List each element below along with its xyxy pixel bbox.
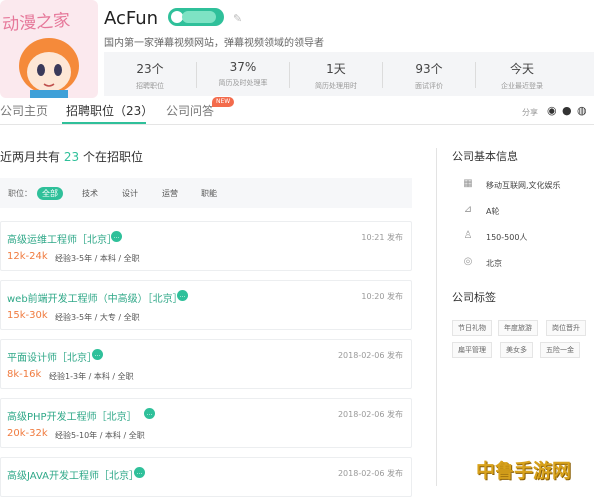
- stat-resume-time: 1天 简历处理用时: [315, 62, 357, 90]
- share-label: 分享: [522, 108, 538, 117]
- filter-label: 职位：: [8, 189, 32, 198]
- job-salary: 12k-24k: [7, 251, 48, 262]
- column-divider: [436, 148, 437, 486]
- job-card[interactable]: 高级JAVA开发工程师［北京］ … 2018-02-06 发布: [0, 457, 412, 497]
- job-card[interactable]: 高级PHP开发工程师［北京］ … 2018-02-06 发布 20k-32k 经…: [0, 398, 412, 448]
- company-tag: 年度旅游: [498, 320, 538, 336]
- company-tag: 五险一金: [540, 342, 580, 358]
- stat-jobs: 23个 招聘职位: [136, 62, 164, 90]
- job-title[interactable]: 高级JAVA开发工程师［北京］: [7, 467, 139, 482]
- job-requirements: 经验3-5年 / 本科 / 全职: [55, 254, 140, 263]
- company-location: 北京: [486, 259, 502, 268]
- job-salary: 8k-16k: [7, 369, 42, 380]
- company-tag: 节日礼物: [452, 320, 492, 336]
- chat-icon[interactable]: …: [92, 349, 103, 360]
- chat-icon[interactable]: …: [134, 467, 145, 478]
- people-icon: ♙: [463, 230, 473, 241]
- company-slogan: 国内第一家弹幕视频网站，弹幕视频领域的领导者: [104, 38, 324, 49]
- stat-last-login: 今天 企业最近登录: [501, 62, 543, 90]
- job-requirements: 经验3-5年 / 大专 / 全职: [55, 313, 140, 322]
- company-size: 150-500人: [486, 233, 528, 242]
- job-salary: 20k-32k: [7, 428, 48, 439]
- company-tags-title: 公司标签: [452, 291, 496, 304]
- stat-interview-reviews: 93个 面试评价: [415, 62, 443, 90]
- job-card[interactable]: 平面设计师［北京］ … 2018-02-06 发布 8k-16k 经验1-3年 …: [0, 339, 412, 389]
- company-tag: 岗位晋升: [546, 320, 586, 336]
- chat-icon[interactable]: …: [144, 408, 155, 419]
- job-card[interactable]: web前端开发工程师（中高级）［北京］ … 10:20 发布 15k-30k 经…: [0, 280, 412, 330]
- job-post-time: 10:21 发布: [361, 233, 403, 242]
- filter-functions[interactable]: 职能: [201, 188, 217, 199]
- verified-badge: [168, 8, 224, 26]
- company-info-title: 公司基本信息: [452, 150, 518, 163]
- job-title[interactable]: 平面设计师［北京］: [7, 349, 97, 364]
- tab-company-qa[interactable]: 公司问答: [166, 102, 214, 119]
- jobs-section-title: 近两月共有 23 个在招职位: [0, 150, 143, 164]
- company-logo: 动漫之家: [0, 0, 98, 98]
- tab-company-home[interactable]: 公司主页: [0, 102, 48, 119]
- industry-icon: ▦: [463, 178, 473, 189]
- job-title[interactable]: web前端开发工程师（中高级）［北京］: [7, 290, 183, 305]
- job-card[interactable]: 高级运维工程师［北京］ … 10:21 发布 12k-24k 经验3-5年 / …: [0, 221, 412, 271]
- job-post-time: 2018-02-06 发布: [337, 469, 403, 478]
- job-title[interactable]: 高级PHP开发工程师［北京］: [7, 408, 137, 423]
- job-post-time: 2018-02-06 发布: [337, 410, 403, 419]
- more-share-icon[interactable]: ◍: [577, 104, 587, 117]
- chat-icon[interactable]: …: [177, 290, 188, 301]
- job-requirements: 经验1-3年 / 本科 / 全职: [49, 372, 134, 381]
- location-icon: ◎: [463, 256, 473, 267]
- tab-jobs[interactable]: 招聘职位（23）: [66, 102, 153, 119]
- weibo-icon[interactable]: ◉: [547, 104, 557, 117]
- company-financing: A轮: [486, 207, 500, 216]
- chat-icon[interactable]: …: [111, 231, 122, 242]
- financing-icon: ⊿: [463, 204, 473, 215]
- job-title[interactable]: 高级运维工程师［北京］: [7, 231, 117, 246]
- new-badge: NEW: [212, 97, 235, 107]
- logo-mascot: [19, 38, 79, 98]
- job-post-time: 10:20 发布: [361, 292, 403, 301]
- company-name: AcFun: [104, 8, 159, 29]
- tabs-divider: [0, 124, 594, 125]
- filter-all[interactable]: 全部: [37, 187, 63, 200]
- filter-tech[interactable]: 技术: [82, 188, 98, 199]
- filter-design[interactable]: 设计: [122, 188, 138, 199]
- job-post-time: 2018-02-06 发布: [337, 351, 403, 360]
- site-watermark: 中鲁手游网: [476, 460, 572, 482]
- wechat-icon[interactable]: ●: [562, 104, 572, 117]
- company-tag: 扁平管理: [452, 342, 492, 358]
- stat-resume-rate: 37% 简历及时处理率: [218, 60, 268, 87]
- company-tag: 美女多: [500, 342, 533, 358]
- job-requirements: 经验5-10年 / 本科 / 全职: [55, 431, 145, 440]
- active-tab-indicator: [62, 122, 146, 124]
- filter-operations[interactable]: 运营: [162, 188, 178, 199]
- job-salary: 15k-30k: [7, 310, 48, 321]
- company-industry: 移动互联网,文化娱乐: [486, 181, 561, 190]
- edit-icon[interactable]: ✎: [233, 12, 242, 25]
